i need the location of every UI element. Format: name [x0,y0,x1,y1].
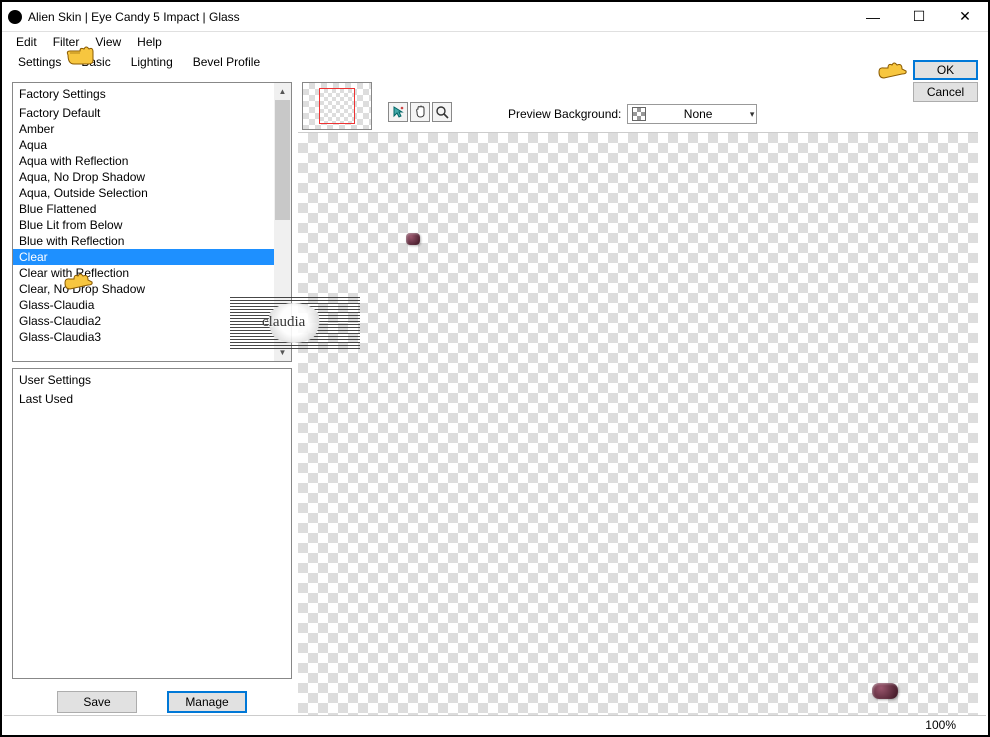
user-settings-list[interactable]: User Settings Last Used [12,368,292,679]
scroll-thumb[interactable] [275,100,290,220]
navigator-rect[interactable] [319,88,355,124]
list-item[interactable]: Amber [13,121,291,137]
list-item[interactable]: Last Used [13,391,291,407]
zoom-tool-icon[interactable] [432,102,452,122]
preview-bg-dropdown[interactable]: None ▾ [627,104,757,124]
scroll-down-icon[interactable]: ▼ [274,344,291,361]
list-item[interactable]: Blue Lit from Below [13,217,291,233]
hand-tool-icon[interactable] [410,102,430,122]
minimize-button[interactable]: — [850,3,896,31]
statusbar: 100% [4,715,986,733]
manage-button[interactable]: Manage [167,691,247,713]
preview-panel: OK Cancel Preview Bac [298,82,978,715]
list-item[interactable]: Aqua, No Drop Shadow [13,169,291,185]
transparency-swatch-icon [632,107,646,121]
preview-artwork [406,233,420,245]
menu-filter[interactable]: Filter [45,33,88,51]
titlebar: Alien Skin | Eye Candy 5 Impact | Glass … [2,2,988,32]
save-button[interactable]: Save [57,691,137,713]
tab-basic[interactable]: Basic [71,53,120,71]
list-item[interactable]: Clear with Reflection [13,265,291,281]
list-item[interactable]: Glass-Claudia2 [13,313,291,329]
list-item[interactable]: Clear [13,249,291,265]
pointer-tool-icon[interactable] [388,102,408,122]
preview-artwork [872,683,898,699]
list-item[interactable]: Clear, No Drop Shadow [13,281,291,297]
window-title: Alien Skin | Eye Candy 5 Impact | Glass [28,10,240,24]
chevron-down-icon: ▾ [750,109,755,120]
factory-settings-list[interactable]: Factory Settings Factory DefaultAmberAqu… [12,82,292,362]
list-item[interactable]: Factory Default [13,105,291,121]
window-controls: — ☐ ✕ [850,3,988,31]
preview-toolbar: Preview Background: None ▾ [298,82,978,130]
menu-view[interactable]: View [87,33,129,51]
tab-lighting[interactable]: Lighting [121,53,183,71]
ok-button[interactable]: OK [913,60,978,80]
list-item[interactable]: Aqua [13,137,291,153]
factory-settings-header: Factory Settings [13,83,291,105]
user-settings-header: User Settings [13,369,291,391]
list-item[interactable]: Aqua, Outside Selection [13,185,291,201]
navigator-thumbnail[interactable] [302,82,372,130]
scroll-up-icon[interactable]: ▲ [274,83,291,100]
menubar: Edit Filter View Help [2,32,988,52]
preview-canvas[interactable] [298,132,978,715]
tab-settings[interactable]: Settings [8,53,71,71]
menu-help[interactable]: Help [129,33,170,51]
list-item[interactable]: Aqua with Reflection [13,153,291,169]
list-item[interactable]: Blue Flattened [13,201,291,217]
app-icon [8,10,22,24]
maximize-button[interactable]: ☐ [896,3,942,31]
tab-bevel-profile[interactable]: Bevel Profile [183,53,270,71]
preview-bg-label: Preview Background: [508,107,621,121]
list-item[interactable]: Blue with Reflection [13,233,291,249]
scrollbar[interactable]: ▲ ▼ [274,83,291,361]
menu-edit[interactable]: Edit [8,33,45,51]
tabbar: Settings Basic Lighting Bevel Profile [2,52,988,72]
list-item[interactable]: Glass-Claudia3 [13,329,291,345]
settings-panel: Factory Settings Factory DefaultAmberAqu… [12,82,292,715]
zoom-level: 100% [925,718,956,732]
close-button[interactable]: ✕ [942,3,988,31]
list-item[interactable]: Glass-Claudia [13,297,291,313]
preview-bg-value: None [684,107,713,121]
